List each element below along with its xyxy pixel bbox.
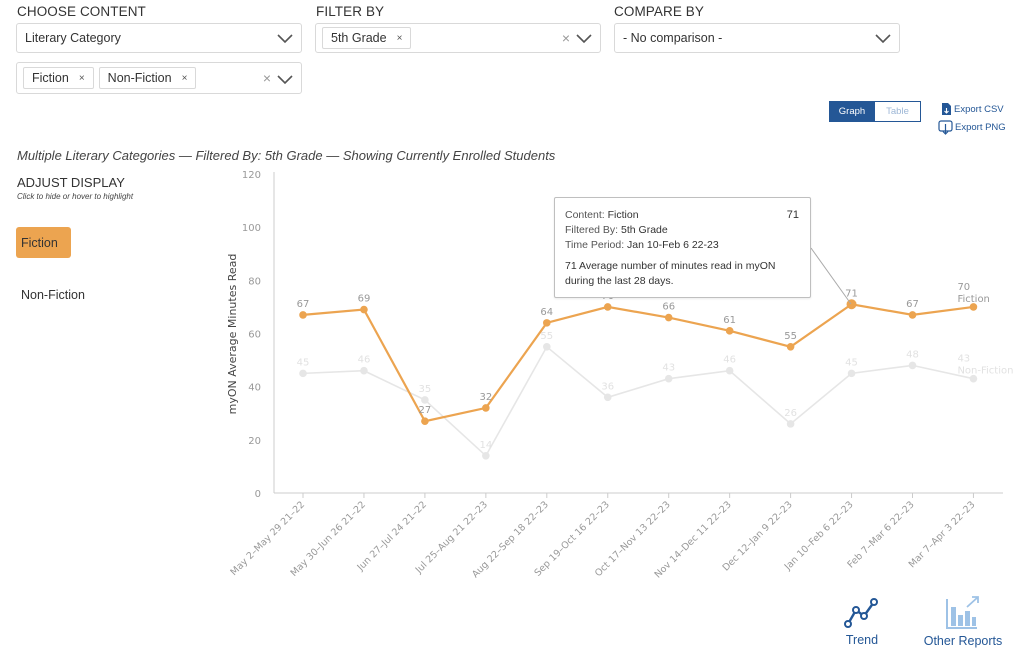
data-point[interactable]: [786, 342, 795, 351]
series-fiction[interactable]: 676927326470666155716770Fiction: [297, 282, 990, 426]
data-point[interactable]: [543, 319, 551, 327]
data-point[interactable]: [482, 451, 490, 460]
y-tick-label: 0: [255, 489, 261, 500]
data-point[interactable]: [908, 361, 917, 370]
data-point[interactable]: [421, 396, 429, 404]
bar-chart-report-icon: [946, 596, 979, 629]
tooltip-period-value: Jan 10-Feb 6 22-23: [627, 239, 719, 251]
data-point[interactable]: [908, 311, 917, 319]
trend-icon: [844, 598, 878, 628]
tooltip-content-label: Content:: [565, 209, 608, 221]
data-label: 27: [419, 405, 432, 416]
data-label: 48: [906, 349, 919, 360]
other-reports-nav-button[interactable]: Other Reports: [922, 595, 1004, 648]
data-label: 36: [601, 381, 614, 392]
x-tick-label: Feb 7–Mar 6 22–23: [846, 499, 917, 570]
tooltip-content-line: Content: Fiction: [565, 208, 800, 223]
tooltip-connector: [810, 247, 852, 305]
series-non-fiction[interactable]: 45 46351455364346264548 43Non-Fiction: [297, 331, 1014, 460]
data-label: 26: [784, 408, 797, 419]
series-line-fiction[interactable]: [302, 303, 974, 423]
data-point[interactable]: [421, 417, 429, 426]
data-point[interactable]: [360, 366, 368, 375]
tooltip-filter-value: 5th Grade: [621, 224, 668, 236]
data-label: 32: [479, 392, 492, 403]
series-line-non-fiction[interactable]: [302, 345, 974, 458]
y-tick-label: 60: [248, 330, 261, 341]
data-point[interactable]: [299, 369, 307, 378]
data-label: 43: [662, 363, 675, 374]
y-tick-label: 100: [242, 223, 261, 234]
y-tick-label: 20: [248, 436, 261, 447]
data-label: 45: [297, 357, 310, 368]
data-point[interactable]: [664, 313, 673, 322]
data-point[interactable]: [664, 374, 673, 383]
x-tick-label: Mar 7–Apr 3 22–23: [907, 499, 978, 570]
data-label: 45: [845, 357, 858, 368]
data-label: 35: [419, 384, 432, 395]
data-point[interactable]: [847, 369, 856, 378]
data-label: 55: [540, 331, 553, 342]
tooltip-period-label: Time Period:: [565, 239, 628, 251]
data-point[interactable]: [603, 393, 612, 402]
data-label: 67: [906, 299, 919, 310]
tooltip-value: 71: [786, 209, 799, 221]
trend-nav-button[interactable]: Trend: [836, 597, 888, 647]
data-label: 14: [479, 440, 492, 451]
data-point[interactable]: [482, 404, 490, 412]
data-point[interactable]: [603, 303, 612, 311]
line-chart: 0 20 40 60 80 100 120 May 2–May 29 21–22May 30…: [226, 170, 1014, 581]
y-axis: 0 20 40 60 80 100 120: [242, 170, 275, 500]
tooltip-content-value: Fiction: [607, 209, 639, 221]
y-axis-label: myON Average Minutes Read: [226, 254, 239, 415]
data-label: 64: [540, 307, 553, 318]
data-label: 69: [358, 294, 371, 305]
series-end-label: Non-Fiction: [957, 366, 1013, 377]
data-point[interactable]: [725, 366, 734, 375]
data-label: 55: [784, 331, 797, 342]
data-tooltip: Content: Fiction Filtered By: 5th Grade …: [554, 197, 811, 298]
data-label: 66: [662, 302, 675, 313]
y-tick-label: 40: [248, 383, 261, 394]
data-label: 67: [297, 299, 310, 310]
tooltip-period-line: Time Period: Jan 10-Feb 6 22-23: [565, 238, 800, 253]
x-tick-label: Jan 10–Feb 6 22–23: [782, 499, 856, 573]
data-label: 61: [723, 315, 736, 326]
data-point[interactable]: [543, 342, 551, 351]
y-tick-label: 80: [248, 276, 261, 287]
data-label: 46: [358, 355, 371, 366]
tooltip-filter-label: Filtered By:: [565, 224, 622, 236]
data-label: 70: [957, 282, 970, 293]
tooltip-description: 71 Average number of minutes read in myO…: [565, 260, 776, 287]
data-point[interactable]: [846, 299, 857, 310]
data-label: 46: [723, 355, 736, 366]
data-point[interactable]: [360, 305, 368, 314]
data-label: 43: [957, 354, 970, 365]
trend-label: Trend: [845, 633, 879, 647]
series-layer: 45 46351455364346264548 43Non-Fiction67 692…: [297, 282, 1014, 460]
data-label: 71: [845, 288, 858, 299]
data-point[interactable]: [786, 420, 795, 428]
y-tick-label: 120: [242, 170, 261, 181]
series-end-label: Fiction: [957, 294, 989, 305]
x-axis: May 2–May 29 21–22May 30–Jun 26 21–22Jun…: [229, 492, 1003, 581]
tooltip-filter-line: Filtered By: 5th Grade: [565, 223, 800, 238]
data-point[interactable]: [725, 327, 734, 335]
other-reports-label: Other Reports: [923, 634, 1003, 648]
data-point[interactable]: [299, 311, 307, 319]
